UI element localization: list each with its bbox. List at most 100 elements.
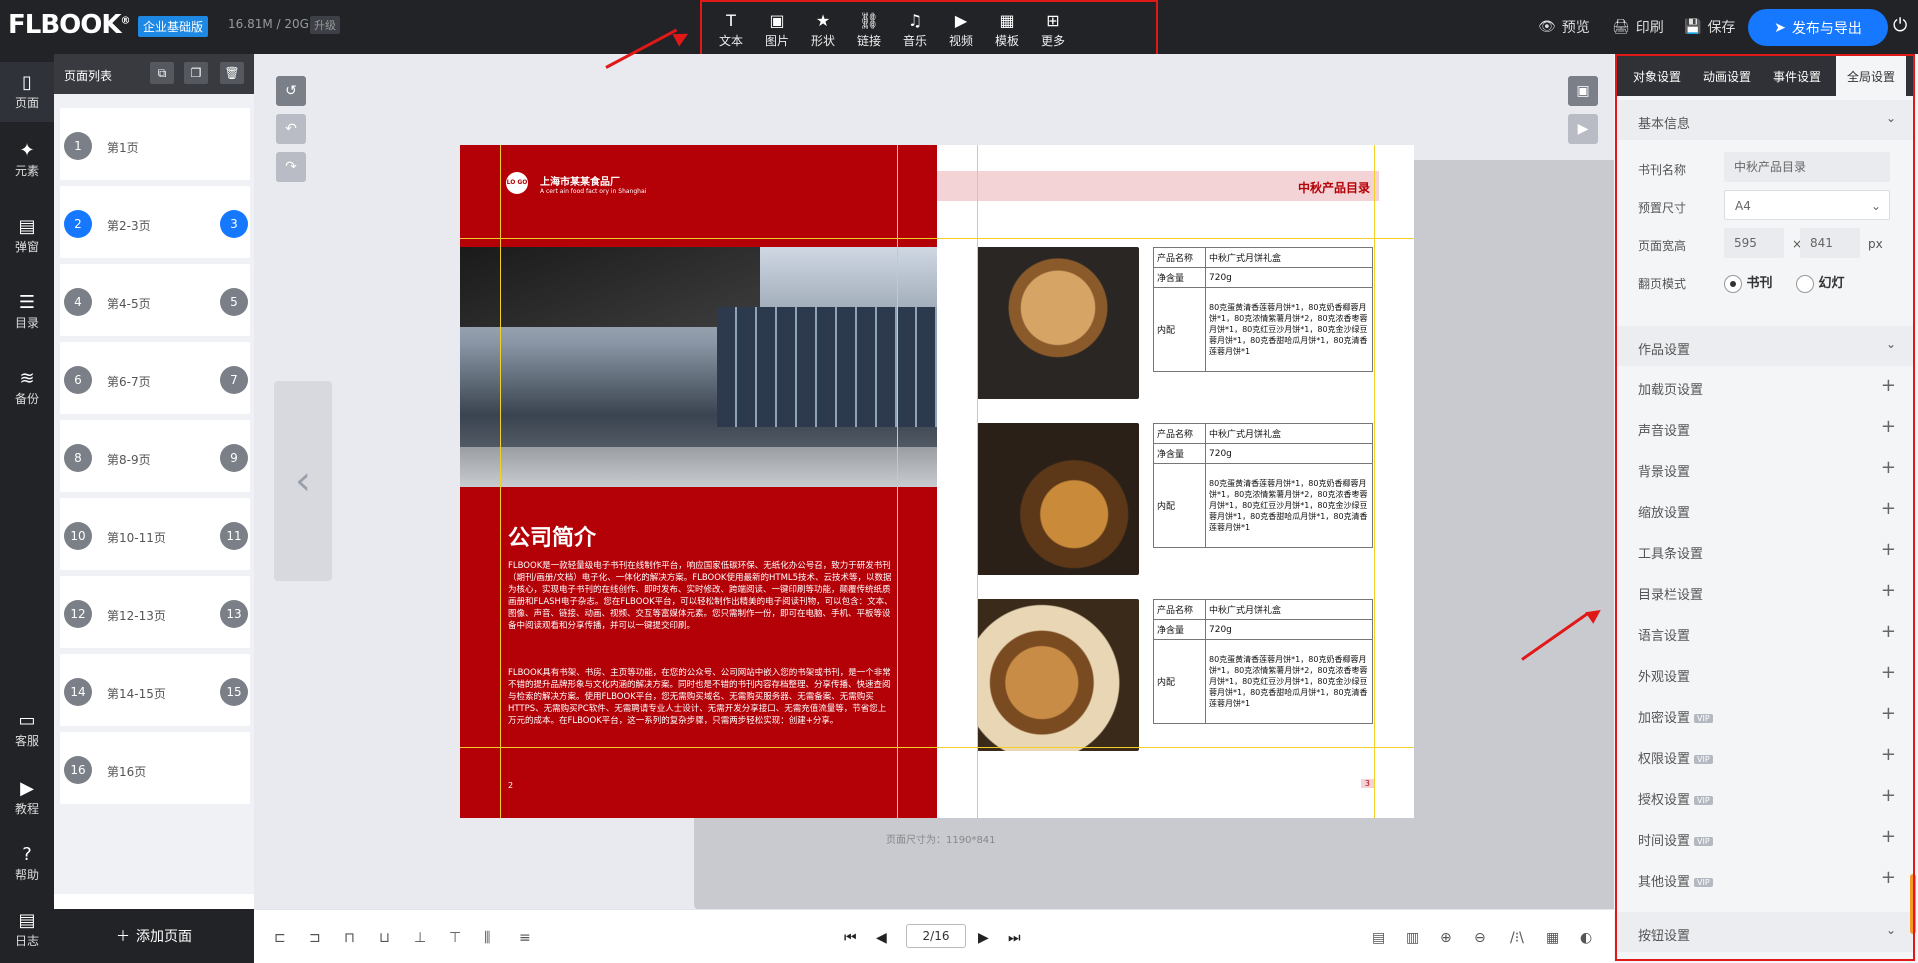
distribute-h-icon[interactable]: ⫼ (484, 930, 490, 946)
theme-icon[interactable]: ◐ (1580, 930, 1592, 946)
setting-permission[interactable]: 权限设置 VIP + (1616, 736, 1914, 776)
copy-page-icon[interactable]: ⧉ (150, 62, 174, 84)
flip-mode-book-radio[interactable]: 书刊 (1724, 272, 1773, 293)
plus-icon: + (1880, 621, 1896, 642)
tool-shape[interactable]: ★ 形状 (798, 12, 848, 49)
page-item[interactable]: 4 第4-5页 5 (60, 264, 250, 336)
unit-label: px (1868, 237, 1883, 251)
tab-global-settings[interactable]: 全局设置 (1836, 56, 1906, 96)
setting-loading-page[interactable]: 加载页设置 + (1616, 367, 1914, 407)
prev-page-arrow-icon[interactable]: ‹ (274, 381, 332, 581)
book-name-label: 书刊名称 (1638, 163, 1687, 177)
nav-help[interactable]: ? 帮助 (0, 844, 54, 883)
nav-popup[interactable]: ▤ 弹窗 (0, 216, 54, 255)
next-page-icon[interactable]: ▶ (978, 930, 989, 946)
nav-toc[interactable]: ☰ 目录 (0, 292, 54, 331)
grid-icon[interactable]: ▦ (1546, 930, 1559, 946)
align-left-icon[interactable]: ⊏ (274, 930, 286, 946)
setting-other[interactable]: 其他设置 VIP + (1616, 859, 1914, 899)
nav-elements[interactable]: ✦ 元素 (0, 140, 54, 179)
redo-icon[interactable]: ↷ (276, 152, 306, 182)
tab-object-settings[interactable]: 对象设置 (1622, 56, 1692, 96)
upgrade-button[interactable]: 升级 (310, 16, 340, 34)
tab-event-settings[interactable]: 事件设置 (1762, 56, 1832, 96)
zoom-out-icon[interactable]: ⊖ (1474, 930, 1486, 946)
video-icon: ▶ (954, 11, 968, 30)
setting-time[interactable]: 时间设置 VIP + (1616, 818, 1914, 858)
last-page-icon[interactable]: ⏭ (1008, 930, 1021, 946)
nav-tutorial[interactable]: ▶ 教程 (0, 778, 54, 817)
company-subtitle: A cert ain food fact ory in Shanghai (540, 188, 647, 195)
page-item[interactable]: 1 第1页 (60, 108, 250, 180)
setting-encryption[interactable]: 加密设置 VIP + (1616, 695, 1914, 735)
zoom-in-icon[interactable]: ⊕ (1440, 930, 1452, 946)
setting-zoom[interactable]: 缩放设置 + (1616, 490, 1914, 530)
tool-more[interactable]: ⊞ 更多 (1028, 12, 1078, 49)
align-middle-icon[interactable]: ⊥ (414, 930, 426, 946)
book-name-input[interactable]: 中秋产品目录 (1724, 152, 1890, 182)
nav-log[interactable]: ▤ 日志 (0, 910, 54, 949)
preview-button[interactable]: 👁 预览 (1538, 0, 1590, 54)
align-center-icon[interactable]: ⊐ (309, 930, 321, 946)
delete-page-icon[interactable]: 🗑 (220, 62, 244, 84)
log-icon: ▤ (18, 910, 36, 931)
page-item[interactable]: 16 第16页 (60, 732, 250, 804)
guide-lines-icon[interactable]: /⁝\ (1510, 930, 1524, 946)
print-button[interactable]: 🖨 印刷 (1612, 0, 1664, 54)
history-icon[interactable]: ↺ (276, 76, 306, 106)
page-item[interactable]: 8 第8-9页 9 (60, 420, 250, 492)
plus-icon: ＋ (116, 929, 130, 945)
section-button-settings[interactable]: 按钮设置 ⌄ (1616, 912, 1914, 952)
setting-sound[interactable]: 声音设置 + (1616, 408, 1914, 448)
tool-template[interactable]: ▦ 模板 (982, 12, 1032, 49)
power-icon[interactable]: ⏻ (1893, 15, 1907, 36)
page-item[interactable]: 12 第12-13页 13 (60, 576, 250, 648)
tool-music[interactable]: ♫ 音乐 (890, 12, 940, 49)
setting-language[interactable]: 语言设置 + (1616, 613, 1914, 653)
page-height-input[interactable]: 841 (1800, 228, 1860, 258)
tool-link[interactable]: ⛓ 链接 (844, 12, 894, 49)
align-top-icon[interactable]: ⊔ (379, 930, 390, 946)
tab-animation-settings[interactable]: 动画设置 (1692, 56, 1762, 96)
add-page-button[interactable]: ＋添加页面 (54, 909, 254, 963)
scrollbar-thumb[interactable] (1910, 874, 1916, 934)
tool-text[interactable]: T 文本 (706, 12, 756, 49)
publish-button[interactable]: ➤ 发布与导出 (1748, 9, 1888, 46)
page-item[interactable]: 6 第6-7页 7 (60, 342, 250, 414)
first-page-icon[interactable]: ⏮ (844, 930, 857, 946)
setting-authorization[interactable]: 授权设置 VIP + (1616, 777, 1914, 817)
align-right-icon[interactable]: ⊓ (344, 930, 355, 946)
double-page-icon[interactable]: ▥ (1406, 930, 1419, 946)
setting-toolbar[interactable]: 工具条设置 + (1616, 531, 1914, 571)
save-button[interactable]: 💾 保存 (1684, 0, 1735, 54)
single-page-icon[interactable]: ▤ (1372, 930, 1385, 946)
page-number-input[interactable]: 2/16 (906, 924, 966, 948)
setting-toc-bar[interactable]: 目录栏设置 + (1616, 572, 1914, 612)
undo-icon[interactable]: ↶ (276, 114, 306, 144)
page-item[interactable]: 10 第10-11页 11 (60, 498, 250, 570)
duplicate-page-icon[interactable]: ❐ (184, 62, 208, 84)
section-work-settings[interactable]: 作品设置 ⌄ (1616, 326, 1914, 366)
vip-badge: VIP (1694, 878, 1713, 887)
setting-appearance[interactable]: 外观设置 + (1616, 654, 1914, 694)
prev-page-icon[interactable]: ◀ (876, 930, 887, 946)
play-icon[interactable]: ▶ (1568, 114, 1598, 144)
tool-image[interactable]: ▣ 图片 (752, 12, 802, 49)
flip-mode-slide-radio[interactable]: 幻灯 (1796, 272, 1845, 293)
nav-page[interactable]: ▯ 页面 (0, 62, 54, 122)
page-item[interactable]: 2 第2-3页 3 (60, 186, 250, 258)
settings-tabs: 对象设置 动画设置 事件设置 全局设置 (1616, 56, 1914, 96)
setting-background[interactable]: 背景设置 + (1616, 449, 1914, 489)
vip-badge: VIP (1694, 796, 1713, 805)
nav-backup[interactable]: ≋ 备份 (0, 368, 54, 407)
tool-video[interactable]: ▶ 视频 (936, 12, 986, 49)
align-bottom-icon[interactable]: ⊤ (449, 930, 461, 946)
distribute-v-icon[interactable]: ≡ (519, 930, 531, 946)
page-item[interactable]: 14 第14-15页 15 (60, 654, 250, 726)
page-width-input[interactable]: 595 (1724, 228, 1784, 258)
preset-size-select[interactable]: A4 ⌄ (1724, 190, 1890, 220)
layers-icon[interactable]: ▣ (1568, 76, 1598, 106)
section-basic-info[interactable]: 基本信息 ⌄ (1616, 100, 1914, 140)
nav-service[interactable]: ▭ 客服 (0, 710, 54, 749)
image-icon: ▣ (769, 11, 785, 30)
